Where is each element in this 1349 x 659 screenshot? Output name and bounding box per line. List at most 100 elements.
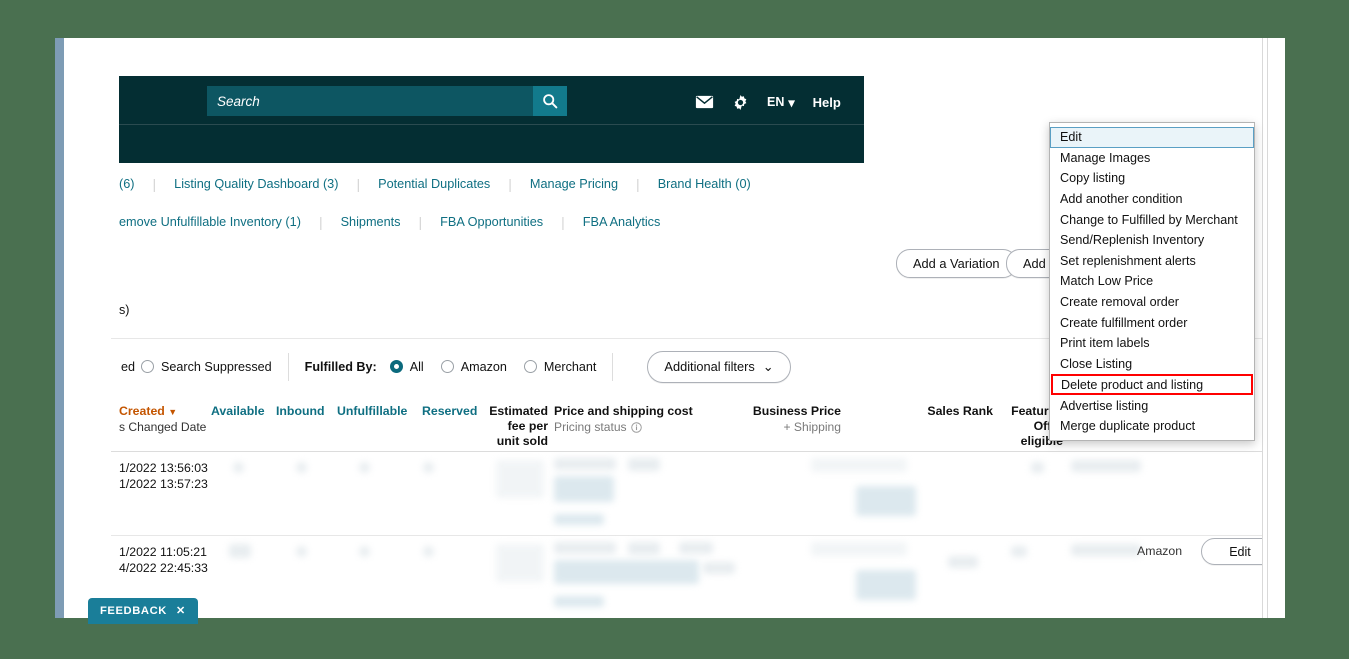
row-created-date: 1/2022 11:05:21 4/2022 22:45:33 <box>119 544 208 576</box>
nav-tabs-row-2: emove Unfulfillable Inventory (1) | Ship… <box>119 214 864 230</box>
settings-button[interactable] <box>732 94 749 111</box>
menu-item-change-to-fulfilled-by-merchant[interactable]: Change to Fulfilled by Merchant <box>1050 209 1254 230</box>
redacted-badge <box>679 542 713 554</box>
menu-item-set-replenishment-alerts[interactable]: Set replenishment alerts <box>1050 251 1254 272</box>
table-row[interactable]: 1/2022 13:56:03 1/2022 13:57:23 <box>111 452 1285 536</box>
search-input[interactable] <box>207 86 533 116</box>
redacted-business-price <box>811 458 907 472</box>
vertical-scrollbar[interactable] <box>1262 38 1268 618</box>
help-link[interactable]: Help <box>813 95 841 110</box>
redacted-inbound <box>296 546 307 557</box>
row-fulfilled-by: Amazon <box>1137 544 1183 558</box>
search-button[interactable] <box>533 86 567 116</box>
envelope-icon <box>695 95 714 109</box>
redacted-sales-rank <box>948 556 978 568</box>
menu-item-print-item-labels[interactable]: Print item labels <box>1050 333 1254 354</box>
redacted-sales-rank <box>856 486 916 516</box>
info-icon[interactable] <box>630 422 642 433</box>
column-header-created[interactable]: Created ▼ <box>119 404 177 420</box>
menu-item-send-replenish-inventory[interactable]: Send/Replenish Inventory <box>1050 230 1254 251</box>
redacted-fnsku <box>1071 460 1141 472</box>
column-header-available[interactable]: Available <box>211 404 265 419</box>
feedback-tab[interactable]: FEEDBACK ✕ <box>88 598 198 624</box>
menu-item-merge-duplicate-product[interactable]: Merge duplicate product <box>1050 416 1254 437</box>
filter-divider <box>612 352 614 381</box>
redacted-fnsku <box>1071 544 1141 556</box>
menu-item-copy-listing[interactable]: Copy listing <box>1050 168 1254 189</box>
redacted-value <box>296 462 307 473</box>
column-header-price-and-shipping-cost: Price and shipping cost <box>554 404 693 418</box>
add-a-variation-button[interactable]: Add a Variation <box>896 249 1017 278</box>
redacted-value <box>359 462 370 473</box>
redacted-fee <box>496 544 544 582</box>
language-selector[interactable]: EN ▾ <box>767 95 795 110</box>
row-created-date: 1/2022 13:56:03 1/2022 13:57:23 <box>119 460 208 492</box>
left-edge-strip <box>55 38 64 618</box>
fulfilled-by-amazon-radio[interactable] <box>440 360 454 373</box>
table-row[interactable]: 1/2022 11:05:21 4/2022 22:45:33 Amazon E… <box>111 536 1285 618</box>
tab-fba-opportunities[interactable]: FBA Opportunities <box>422 215 561 229</box>
search-suppressed-radio[interactable] <box>141 360 155 373</box>
chevron-down-icon: ▾ <box>788 95 795 110</box>
redacted-featured-offer <box>1031 462 1044 473</box>
column-header-pricing-status: Pricing status <box>554 420 642 435</box>
tab-count[interactable]: (6) <box>119 177 153 191</box>
column-header-business-price-shipping: + Shipping <box>783 420 842 434</box>
column-header-unfulfillable[interactable]: Unfulfillable <box>337 404 407 419</box>
filter-divider <box>287 352 289 381</box>
pricing-status-label: Pricing status <box>554 420 627 434</box>
fulfilled-by-all-label: All <box>409 359 424 374</box>
viewport-right-gutter <box>1268 38 1285 618</box>
menu-item-delete-product-and-listing[interactable]: Delete product and listing <box>1051 374 1253 396</box>
filter-search-suppressed[interactable]: Search Suppressed <box>141 360 272 374</box>
fulfilled-by-amazon-label: Amazon <box>460 359 507 374</box>
close-icon[interactable]: ✕ <box>176 604 186 617</box>
filter-prev-label: ed <box>121 359 136 374</box>
fulfilled-by-all-radio[interactable] <box>389 360 403 373</box>
redacted-fee <box>496 460 544 498</box>
menu-item-add-another-condition[interactable]: Add another condition <box>1050 189 1254 210</box>
menu-item-edit[interactable]: Edit <box>1050 127 1254 148</box>
menu-item-manage-images[interactable]: Manage Images <box>1050 148 1254 169</box>
column-header-changed-date: s Changed Date <box>119 420 207 434</box>
row-action-menu[interactable]: Edit Manage Images Copy listing Add anot… <box>1049 122 1255 441</box>
messages-button[interactable] <box>695 95 714 109</box>
column-header-created-label: Created <box>119 404 165 418</box>
tab-manage-pricing[interactable]: Manage Pricing <box>512 177 636 191</box>
column-header-business-price: Business Price <box>752 404 841 418</box>
redacted-more-info <box>554 596 604 607</box>
tab-remove-unfulfillable-inventory[interactable]: emove Unfulfillable Inventory (1) <box>119 215 319 229</box>
redacted-price <box>554 458 616 470</box>
sort-caret-icon: ▼ <box>168 407 178 417</box>
column-header-reserved[interactable]: Reserved <box>422 404 477 419</box>
nav-tabs-row-1: (6) | Listing Quality Dashboard (3) | Po… <box>119 176 864 192</box>
menu-item-create-fulfillment-order[interactable]: Create fulfillment order <box>1050 312 1254 333</box>
redacted-pricing-status <box>554 476 614 502</box>
menu-item-match-low-price[interactable]: Match Low Price <box>1050 271 1254 292</box>
secondary-teal-bar <box>119 124 864 163</box>
tab-listing-quality-dashboard[interactable]: Listing Quality Dashboard (3) <box>156 177 356 191</box>
redacted-unfulfillable <box>359 546 370 557</box>
global-search[interactable] <box>207 86 567 116</box>
redacted-badge <box>628 542 660 555</box>
column-header-inbound[interactable]: Inbound <box>276 404 325 419</box>
tab-fba-analytics[interactable]: FBA Analytics <box>565 215 679 229</box>
additional-filters-button[interactable]: Additional filters ⌄ <box>647 350 791 383</box>
changed-value: 1/2022 13:57:23 <box>119 477 208 491</box>
redacted-price <box>554 542 616 554</box>
redacted-pricing-status <box>554 560 699 584</box>
menu-item-create-removal-order[interactable]: Create removal order <box>1050 292 1254 313</box>
tab-potential-duplicates[interactable]: Potential Duplicates <box>360 177 508 191</box>
result-count-cut: s) <box>119 303 130 317</box>
menu-item-advertise-listing[interactable]: Advertise listing <box>1050 395 1254 416</box>
menu-item-close-listing[interactable]: Close Listing <box>1050 354 1254 375</box>
gear-icon <box>734 94 747 110</box>
changed-value: 4/2022 22:45:33 <box>119 561 208 575</box>
fulfilled-by-merchant-radio[interactable] <box>523 360 537 373</box>
tab-shipments[interactable]: Shipments <box>323 215 419 229</box>
fulfilled-by-group: Fulfilled By: All Amazon Merchant <box>305 360 597 374</box>
screen-root: EN ▾ Help Edit (6) | Listing Quality Das… <box>0 0 1349 659</box>
redacted-value <box>423 462 434 473</box>
fulfilled-by-merchant-label: Merchant <box>543 359 597 374</box>
tab-brand-health[interactable]: Brand Health (0) <box>640 177 769 191</box>
